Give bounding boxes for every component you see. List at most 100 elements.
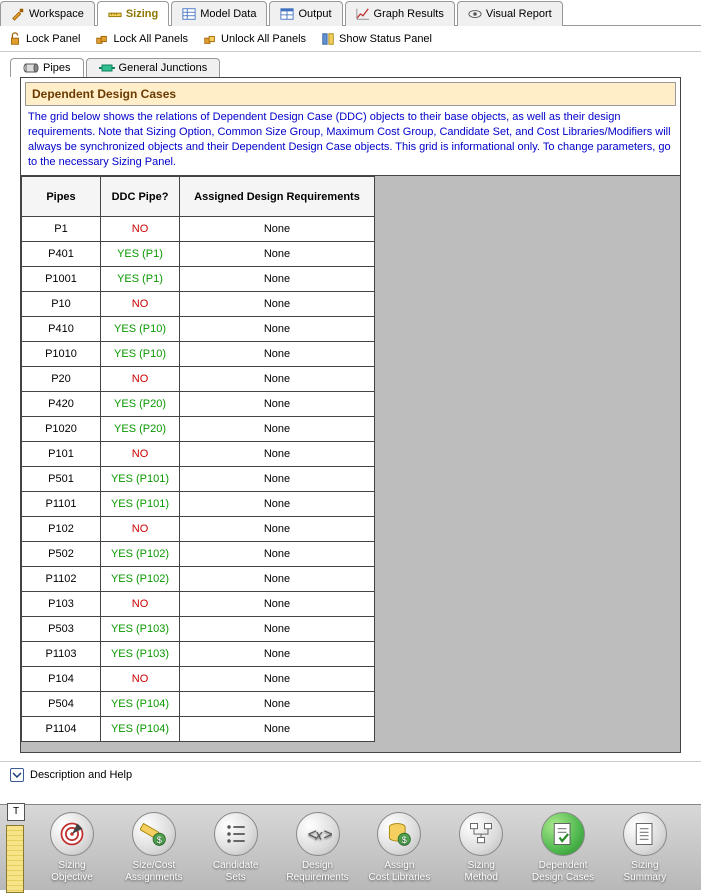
table-row[interactable]: P502YES (P102)None (22, 542, 375, 567)
table-row[interactable]: P1103YES (P103)None (22, 642, 375, 667)
ddc-grid-container[interactable]: Pipes DDC Pipe? Assigned Design Requirem… (21, 176, 680, 752)
cell-req: None (180, 517, 375, 542)
table-row[interactable]: P103NONone (22, 592, 375, 617)
db-dollar-icon: $ (377, 812, 421, 856)
table-row[interactable]: P1102YES (P102)None (22, 567, 375, 592)
tab-label: Graph Results (374, 8, 444, 20)
table-row[interactable]: P401YES (P1)None (22, 242, 375, 267)
nav-dependent-design-cases[interactable]: DependentDesign Cases (523, 812, 603, 883)
cell-ddc: YES (P101) (101, 492, 180, 517)
lock-panel-button[interactable]: Lock Panel (8, 32, 80, 46)
unlock-all-label: Unlock All Panels (221, 33, 306, 45)
lock-panel-label: Lock Panel (26, 33, 80, 45)
table-row[interactable]: P1104YES (P104)None (22, 717, 375, 742)
table-row[interactable]: P503YES (P103)None (22, 617, 375, 642)
table-row[interactable]: P420YES (P20)None (22, 392, 375, 417)
cell-req: None (180, 592, 375, 617)
nav-sizing-method[interactable]: SizingMethod (441, 812, 521, 883)
cell-pipe: P504 (22, 692, 101, 717)
nav-label: Objective (51, 872, 93, 884)
table-row[interactable]: P1101YES (P101)None (22, 492, 375, 517)
inner-tab-pipes[interactable]: Pipes (10, 58, 84, 77)
inner-tabs: Pipes General Junctions (10, 58, 691, 77)
table-row[interactable]: P20NONone (22, 367, 375, 392)
nav-candidate-sets[interactable]: CandidateSets (196, 812, 276, 883)
cell-ddc: YES (P103) (101, 642, 180, 667)
description-toggle[interactable] (10, 768, 24, 782)
table-row[interactable]: P1010YES (P10)None (22, 342, 375, 367)
cell-req: None (180, 692, 375, 717)
col-ddc-header[interactable]: DDC Pipe? (101, 177, 180, 217)
tab-modeldata[interactable]: Model Data (171, 1, 267, 26)
tab-workspace[interactable]: Workspace (0, 1, 95, 26)
tab-label: Output (298, 8, 331, 20)
table-row[interactable]: P504YES (P104)None (22, 692, 375, 717)
svg-text:$: $ (157, 835, 162, 845)
cell-pipe: P1104 (22, 717, 101, 742)
cell-ddc: YES (P20) (101, 392, 180, 417)
tab-label: Sizing (126, 8, 158, 20)
cell-req: None (180, 317, 375, 342)
table-row[interactable]: P410YES (P10)None (22, 317, 375, 342)
cell-req: None (180, 242, 375, 267)
table-row[interactable]: P1001YES (P1)None (22, 267, 375, 292)
table-row[interactable]: P10NONone (22, 292, 375, 317)
lock-all-icon (95, 32, 109, 46)
unlock-all-button[interactable]: Unlock All Panels (203, 32, 306, 46)
inner-tab-pipes-label: Pipes (43, 62, 71, 74)
nav-assign-cost-libraries[interactable]: $AssignCost Libraries (359, 812, 439, 883)
tab-label: Workspace (29, 8, 84, 20)
cell-pipe: P502 (22, 542, 101, 567)
inner-tab-junctions[interactable]: General Junctions (86, 58, 221, 77)
table-row[interactable]: P1020YES (P20)None (22, 417, 375, 442)
cell-pipe: P420 (22, 392, 101, 417)
text-tool-button[interactable]: T (7, 803, 25, 821)
cell-ddc: NO (101, 442, 180, 467)
ddc-info-text: The grid below shows the relations of De… (21, 110, 680, 175)
tab-output[interactable]: Output (269, 1, 342, 26)
table-row[interactable]: P102NONone (22, 517, 375, 542)
cell-pipe: P410 (22, 317, 101, 342)
show-status-button[interactable]: Show Status Panel (321, 32, 432, 46)
nav-label: Assign (384, 860, 414, 872)
description-bar: Description and Help (0, 761, 701, 788)
cell-req: None (180, 642, 375, 667)
cell-req: None (180, 617, 375, 642)
cell-pipe: P1 (22, 217, 101, 242)
nav-design-requirements[interactable]: <x>DesignRequirements (278, 812, 358, 883)
tab-visual[interactable]: Visual Report (457, 1, 563, 26)
nav-sizing-objective[interactable]: SizingObjective (32, 812, 112, 883)
nav-label: Sizing (58, 860, 85, 872)
nav-label: Summary (624, 872, 667, 884)
tab-graph[interactable]: Graph Results (345, 1, 455, 26)
cell-ddc: NO (101, 292, 180, 317)
lock-all-button[interactable]: Lock All Panels (95, 32, 188, 46)
nav-sizing-summary[interactable]: SizingSummary (605, 812, 685, 883)
cell-pipe: P104 (22, 667, 101, 692)
nav-label: Design Cases (532, 872, 594, 884)
cell-ddc: YES (P102) (101, 567, 180, 592)
list-icon (214, 812, 258, 856)
tab-label: Model Data (200, 8, 256, 20)
svg-text:>: > (323, 826, 332, 843)
modeldata-icon (182, 7, 196, 21)
cell-pipe: P501 (22, 467, 101, 492)
col-req-header[interactable]: Assigned Design Requirements (180, 177, 375, 217)
cell-req: None (180, 342, 375, 367)
cell-req: None (180, 417, 375, 442)
nav-size-cost-assignments[interactable]: $ Size/CostAssignments (114, 812, 194, 883)
table-row[interactable]: P501YES (P101)None (22, 467, 375, 492)
cell-req: None (180, 292, 375, 317)
cell-ddc: NO (101, 517, 180, 542)
table-row[interactable]: P1NONone (22, 217, 375, 242)
tab-sizing[interactable]: Sizing (97, 1, 169, 26)
cell-pipe: P102 (22, 517, 101, 542)
cell-ddc: YES (P20) (101, 417, 180, 442)
cell-req: None (180, 217, 375, 242)
status-panel-icon (321, 32, 335, 46)
table-row[interactable]: P104NONone (22, 667, 375, 692)
col-pipes-header[interactable]: Pipes (22, 177, 101, 217)
table-row[interactable]: P101NONone (22, 442, 375, 467)
nav-label: Assignments (125, 872, 182, 884)
nav-label: Size/Cost (132, 860, 175, 872)
